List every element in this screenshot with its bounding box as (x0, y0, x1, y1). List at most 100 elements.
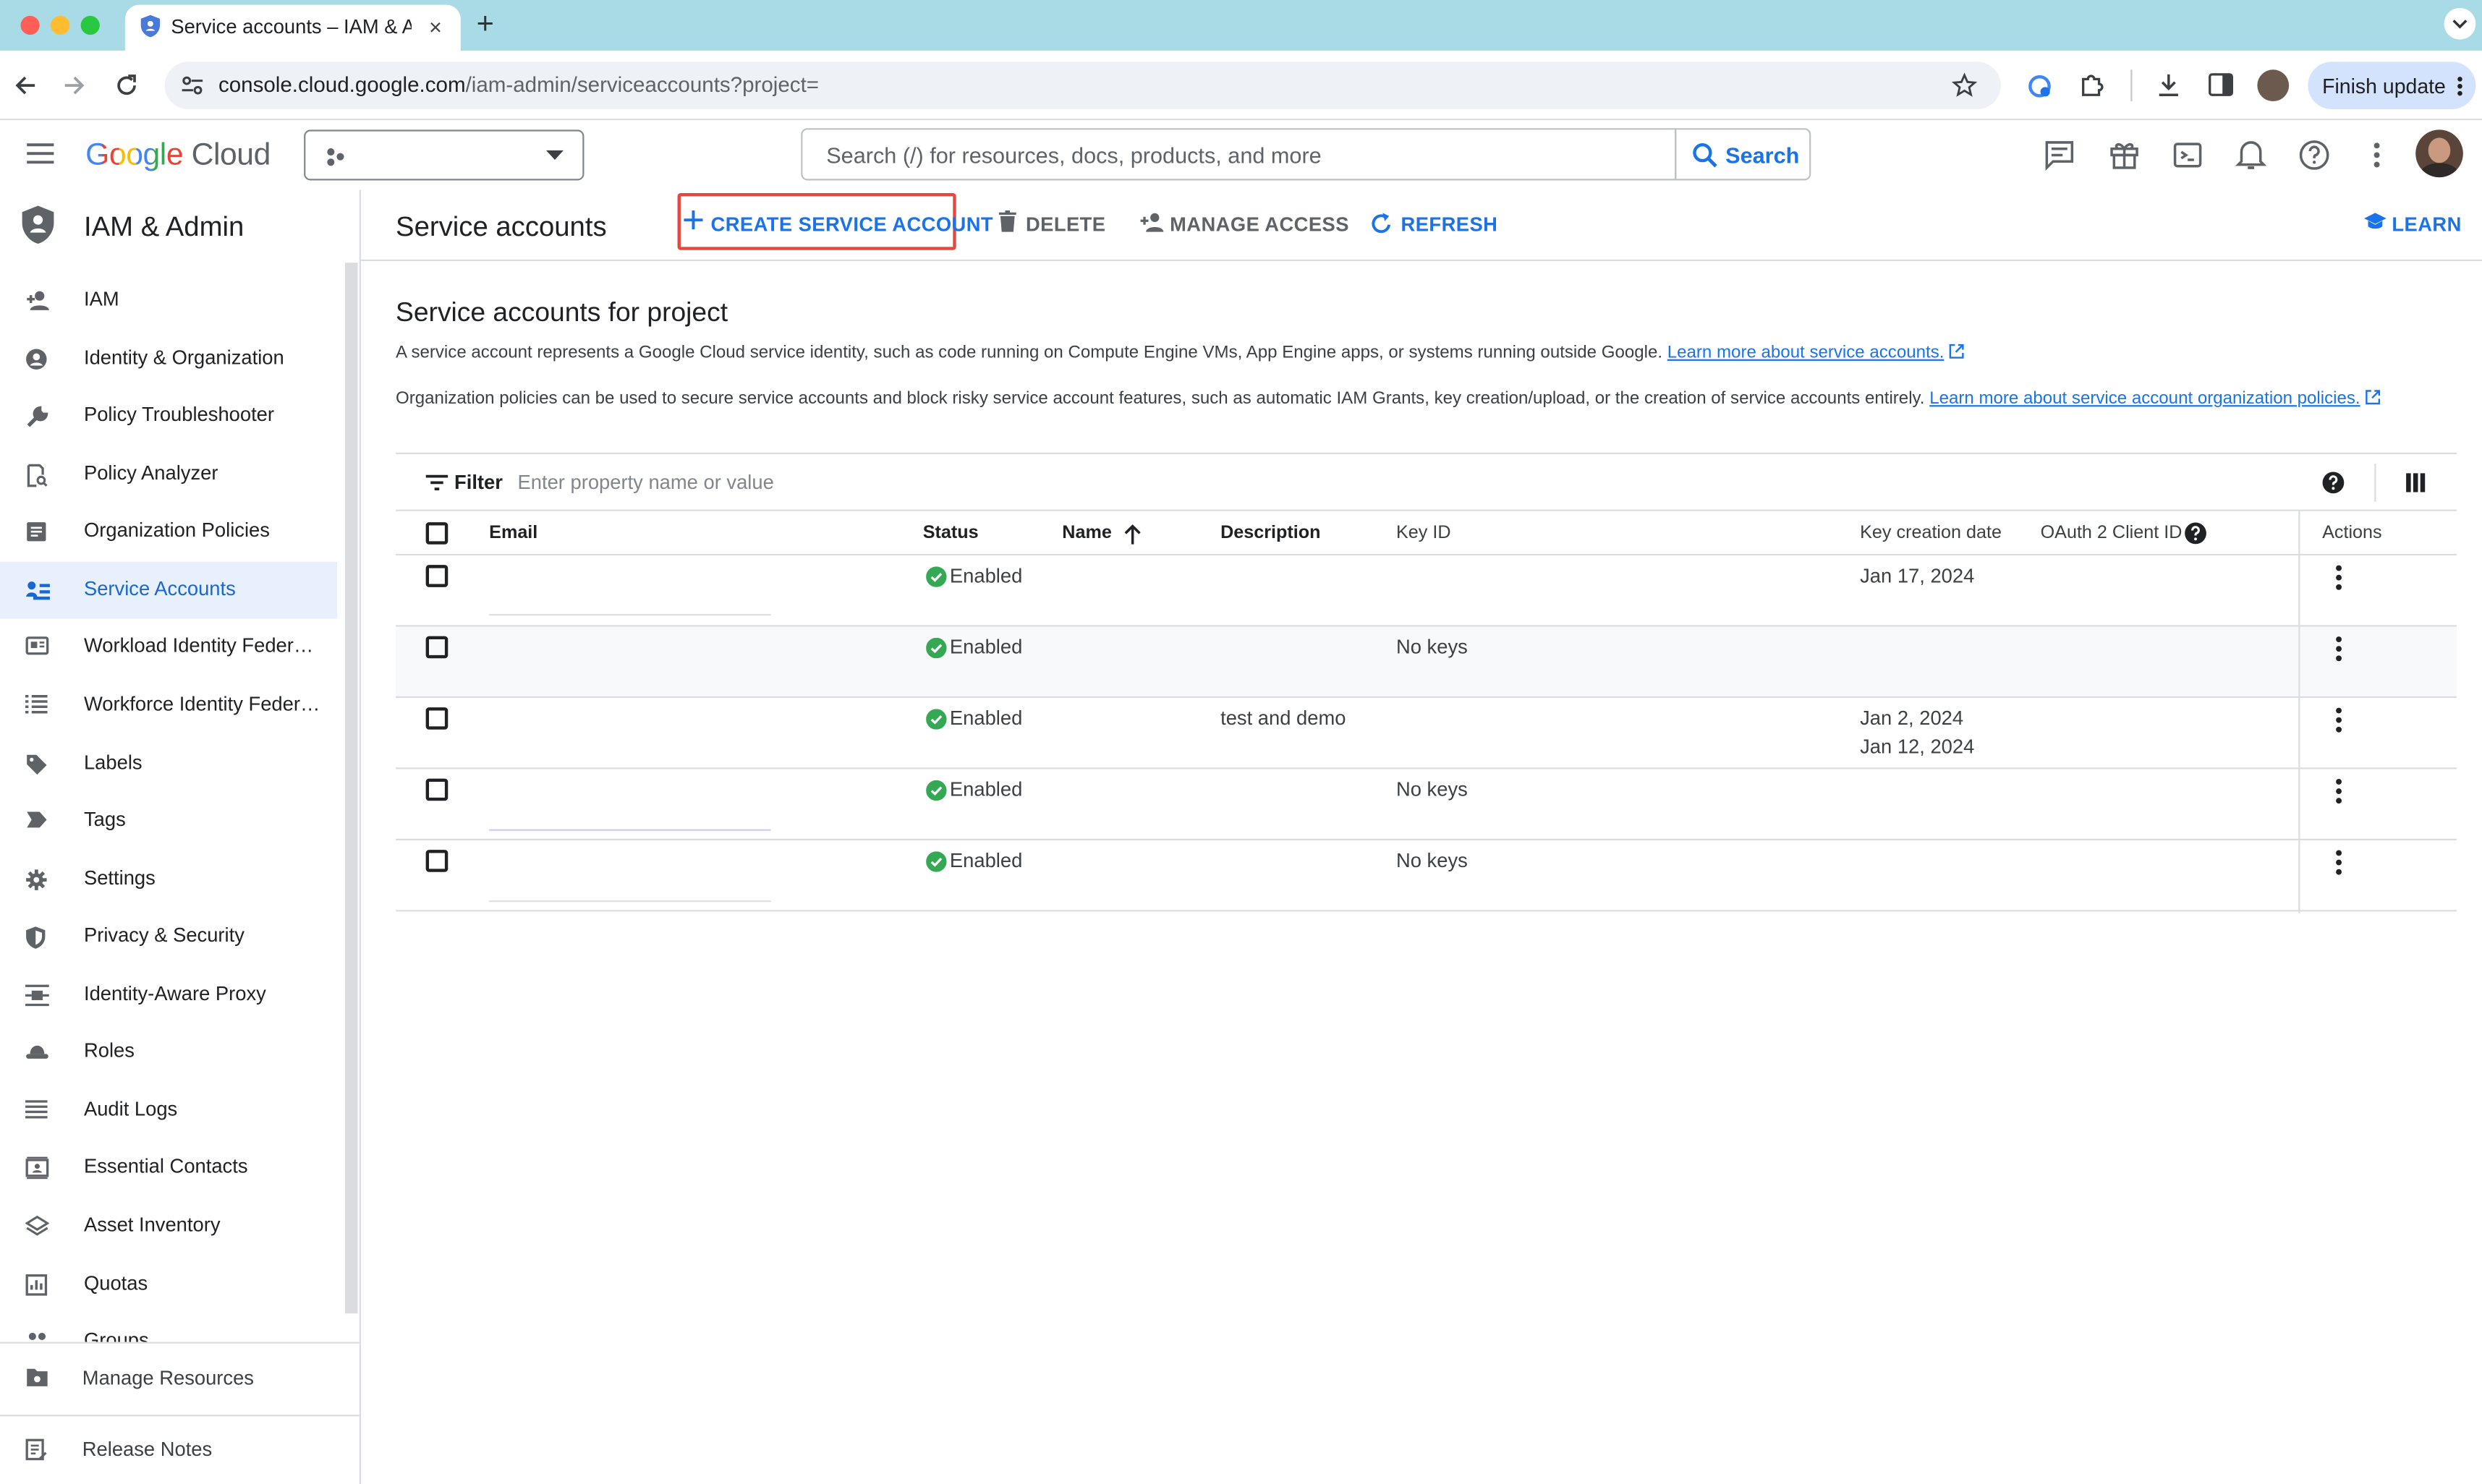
manage-access-button[interactable]: MANAGE ACCESS (1140, 213, 1349, 236)
sidebar-item-essential-contacts[interactable]: Essential Contacts (0, 1140, 337, 1197)
sidebar-item-service-accounts[interactable]: Service Accounts (0, 561, 338, 619)
user-avatar[interactable] (2415, 129, 2463, 178)
more-vert-icon[interactable] (2335, 636, 2343, 662)
help-icon[interactable] (2322, 472, 2345, 494)
search-input[interactable]: Search (/) for resources, docs, products… (801, 128, 1677, 181)
sidebar-item-privacy-security[interactable]: Privacy & Security (0, 908, 337, 965)
gift-icon[interactable] (2109, 140, 2141, 171)
more-vert-icon[interactable] (2335, 707, 2343, 733)
row-checkbox[interactable] (425, 707, 449, 730)
sidebar-item-workforce-identity-federation[interactable]: Workforce Identity Federa... (0, 678, 337, 735)
site-settings-icon[interactable] (180, 74, 204, 97)
sidebar-item-identity-aware-proxy[interactable]: Identity-Aware Proxy (0, 967, 337, 1024)
reload-icon[interactable] (114, 73, 140, 98)
window-zoom-button[interactable] (80, 15, 100, 35)
more-vert-icon[interactable] (2335, 779, 2343, 804)
row-checkbox[interactable] (425, 778, 449, 801)
filter-bar[interactable]: Filter Enter property name or value (396, 452, 2457, 511)
sidebar-item-iam[interactable]: IAM (0, 272, 337, 329)
filter-input[interactable]: Enter property name or value (518, 472, 774, 494)
refresh-button[interactable]: REFRESH (1371, 213, 1497, 236)
table-row[interactable]: Enabled No keys (396, 626, 2457, 698)
column-display-icon[interactable] (2406, 473, 2426, 492)
address-bar[interactable]: console.cloud.google.com/iam-admin/servi… (164, 61, 2001, 109)
profile-avatar[interactable] (2257, 69, 2290, 102)
column-actions: Actions (2322, 524, 2382, 543)
sidebar-item-asset-inventory[interactable]: Asset Inventory (0, 1198, 337, 1255)
google-cloud-logo[interactable]: Google Cloud (85, 137, 271, 174)
sidebar-item-policy-analyzer[interactable]: Policy Analyzer (0, 446, 337, 503)
tab-close-icon[interactable]: × (429, 14, 442, 40)
sidebar-item-settings[interactable]: Settings (0, 851, 337, 908)
notifications-bell-icon[interactable] (2235, 137, 2267, 171)
help-icon[interactable] (2185, 522, 2207, 545)
sidebar-item-labels[interactable]: Labels (0, 736, 337, 793)
sidebar-title: IAM & Admin (83, 210, 245, 242)
more-vert-icon[interactable] (2373, 142, 2381, 168)
tab-search-button[interactable] (2444, 7, 2476, 40)
search-button[interactable]: Search (1675, 128, 1811, 181)
diamond-stack-icon (25, 1215, 49, 1236)
extensions-puzzle-icon[interactable] (2078, 73, 2104, 98)
sidebar-item-roles[interactable]: Roles (0, 1024, 337, 1081)
console-header: Google Cloud Search (/) for resources, d… (0, 120, 2482, 190)
learn-org-policies-link[interactable]: Learn more about service account organiz… (1929, 389, 2360, 408)
sidebar-item-label: Release Notes (82, 1438, 213, 1461)
feedback-icon[interactable] (2044, 140, 2075, 171)
contacts-icon (25, 1156, 49, 1180)
sidebar-item-label: Manage Resources (82, 1367, 255, 1390)
sidebar-item-label: Workload Identity Federat... (83, 634, 322, 657)
more-vert-icon[interactable] (2335, 565, 2343, 590)
column-name[interactable]: Name (1062, 524, 1112, 542)
table-row[interactable]: Enabled Jan 17, 2024 (396, 555, 2457, 627)
column-email[interactable]: Email (489, 524, 537, 542)
download-icon[interactable] (2156, 71, 2181, 98)
sidebar-item-policy-troubleshooter[interactable]: Policy Troubleshooter (0, 388, 337, 445)
sidebar-item-release-notes[interactable]: Release Notes (0, 1415, 360, 1484)
column-key-id[interactable]: Key ID (1396, 524, 1451, 542)
extension-google-icon[interactable] (2028, 74, 2052, 98)
learn-button[interactable]: LEARN (2363, 213, 2462, 236)
table-row[interactable]: Enabled No keys (396, 840, 2457, 912)
sidebar-item-audit-logs[interactable]: Audit Logs (0, 1083, 337, 1140)
browser-tab[interactable]: Service accounts – IAM & Admin × (124, 4, 461, 51)
row-checkbox[interactable] (425, 636, 449, 659)
side-panel-icon[interactable] (2209, 73, 2234, 97)
sort-arrow-up-icon[interactable] (1124, 524, 1142, 545)
create-service-account-button[interactable]: CREATE SERVICE ACCOUNT (684, 210, 994, 236)
column-oauth-client-id[interactable]: OAuth 2 Client ID (2041, 524, 2183, 542)
sidebar-item-organization-policies[interactable]: Organization Policies (0, 503, 337, 560)
sidebar-item-workload-identity-federation[interactable]: Workload Identity Federat... (0, 619, 337, 676)
sidebar-scrollbar[interactable] (345, 263, 358, 1314)
select-all-checkbox[interactable] (425, 522, 449, 545)
project-selector[interactable] (304, 129, 585, 181)
help-icon[interactable] (2298, 140, 2330, 171)
sidebar-item-identity-organization[interactable]: Identity & Organization (0, 331, 337, 388)
learn-service-accounts-link[interactable]: Learn more about service accounts. (1667, 344, 1945, 362)
row-checkbox[interactable] (425, 850, 449, 872)
row-checkbox[interactable] (425, 565, 449, 587)
finish-update-button[interactable]: Finish update (2308, 61, 2476, 109)
back-arrow-icon[interactable] (13, 73, 38, 98)
delete-button[interactable]: DELETE (998, 210, 1106, 236)
create-label: CREATE SERVICE ACCOUNT (710, 213, 994, 236)
star-icon[interactable] (1952, 72, 1978, 98)
sidebar-item-quotas[interactable]: Quotas (0, 1256, 337, 1313)
hamburger-menu-icon[interactable] (25, 142, 56, 165)
sidebar-item-tags[interactable]: Tags (0, 793, 337, 850)
table-row[interactable]: Enabled No keys (396, 769, 2457, 840)
column-description[interactable]: Description (1220, 524, 1320, 542)
window-minimize-button[interactable] (51, 15, 70, 35)
table-row[interactable]: Enabled test and demo Jan 2, 2024 Jan 12… (396, 698, 2457, 769)
cloud-shell-icon[interactable] (2172, 140, 2203, 171)
new-tab-button[interactable]: + (477, 8, 494, 43)
sidebar-footer: Manage Resources Release Notes (0, 1342, 360, 1484)
more-vert-icon[interactable] (2335, 850, 2343, 875)
forward-arrow-icon[interactable] (61, 73, 87, 98)
sidebar-item-label: Essential Contacts (83, 1155, 248, 1178)
column-key-creation-date[interactable]: Key creation date (1860, 524, 2002, 542)
column-status[interactable]: Status (923, 524, 979, 542)
sidebar-item-manage-resources[interactable]: Manage Resources (0, 1344, 360, 1413)
proxy-icon (25, 984, 49, 1007)
window-close-button[interactable] (20, 15, 40, 35)
